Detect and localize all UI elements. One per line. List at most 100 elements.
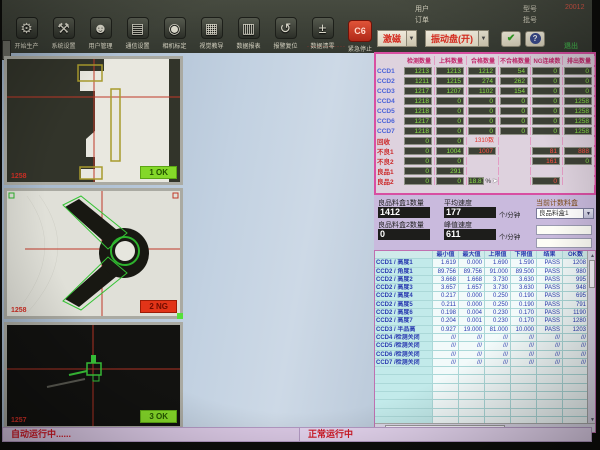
counts-row-label: 不良2 [377,156,403,166]
measurement-row-label [375,367,433,374]
scrollbar-thumb[interactable] [589,260,595,288]
toolbar-button-label: 报警复位 [273,41,297,50]
count-value-box: 0 [436,107,464,115]
measurement-cell: 1.590 [511,259,537,266]
counts-column-header: 不合格数量 [499,56,531,65]
measurement-cell: 0.001 [459,317,485,324]
chevron-down-icon: ▼ [407,30,417,47]
mode-controls: 激磁 ▼ 振动盘(开) ▼ ✔ ? [377,30,545,47]
measurement-cell: 1208 [563,259,589,266]
exit-link[interactable]: 退出 [564,41,578,51]
emergency-stop-button[interactable]: C6 紧急停止 [343,20,377,53]
toolbar-button[interactable]: ☻ 用户管理 [82,17,119,50]
peak-speed-unit: 个/分钟 [499,231,520,241]
measurement-cell: 1.657 [459,284,485,291]
measurement-row: CCD3 / 半品高 0.92719.00081.00010.000PASS12… [375,326,587,334]
measurement-cell [563,367,589,374]
count-value-box: 0 [436,157,464,165]
order-value [457,15,509,26]
measurement-cell: 0.230 [485,317,511,324]
toolbar-button[interactable]: ▦ 视觉教导 [193,17,230,50]
measurement-cell: 0.000 [459,292,485,299]
measurement-cell [511,409,537,416]
current-tray-dropdown[interactable]: 良品料盒1 ▼ [536,208,600,219]
confirm-button[interactable]: ✔ [501,31,521,47]
measurement-cell: 3.630 [511,284,537,291]
monitor-photo: ⚙ 开始生产 ⚒ 系统设置 ☻ 用户管理 ▤ 通信设置 ◉ 相机标定 [0,0,600,450]
spare-input-2[interactable] [536,238,592,248]
counts-row-label: CCD4 [377,98,403,105]
count-value-box: 0 [436,97,464,105]
measurement-cell: 0.170 [511,317,537,324]
toolbar-button[interactable]: ▥ 数据报表 [230,17,267,50]
count-value-box: 0 [468,97,496,105]
measurement-row [375,375,587,383]
tray2-count-label: 良品料盒2数量 [378,220,444,229]
count-value-box: 0 [532,117,560,125]
toolbar-button[interactable]: ⚙ 开始生产 [8,17,45,50]
measurement-cell: /// [563,359,589,366]
measurement-cell [433,409,459,416]
count-value-box: 1217 [404,87,432,95]
count-value-box: 54 [500,67,528,75]
data-clear-icon: ± [312,17,334,39]
excitation-dropdown[interactable]: 激磁 ▼ [377,30,417,47]
count-value-box: 0 [532,107,560,115]
measurement-cell: /// [537,359,563,366]
count-value-box: 81 [532,147,560,155]
measurement-row: CCD2 / 高度3 3.6571.6573.7303.630PASS948 [375,284,587,292]
counts-row: CCD6 1217 0 [377,116,593,126]
measurement-cell [511,392,537,399]
measurement-row-label: CCD2 / 高度3 [375,284,433,291]
camera3-counter: 1257 [11,417,27,424]
measurement-cell [537,375,563,382]
toolbar-button[interactable]: ◉ 相机标定 [156,17,193,50]
measurement-cell: 3.730 [485,284,511,291]
help-button[interactable]: ? [525,31,545,47]
measurement-cell: /// [433,342,459,349]
vibration-bowl-dropdown[interactable]: 振动盘(开) ▼ [425,30,489,47]
vertical-scrollbar[interactable]: ▲ ▼ [587,251,595,425]
counts-row-label: CCD7 [377,128,403,135]
peak-speed-label: 峰值速度 [444,220,536,229]
counts-row-label: CCD2 [377,78,403,85]
toolbar-button[interactable]: ↺ 报警复位 [267,17,304,50]
toolbar-button[interactable]: ⚒ 系统设置 [45,17,82,50]
production-stats-panel: 良品料盒1数量 1412 良品料盒2数量 0 平均速度 177 个/分钟 峰值速… [374,195,596,250]
measurement-cell: /// [563,334,589,341]
avg-speed-label: 平均速度 [444,198,536,207]
count-value-box: 888 [564,147,592,155]
measurement-cell: 980 [563,268,589,275]
measurement-cell: /// [433,351,459,358]
measurement-table: 最小值最大值上限值下限值结果OK数 CCD1 / 高度1 1.6190.0001… [375,251,587,423]
measurement-cell [459,409,485,416]
measurement-cell [433,375,459,382]
measure-column-header: 最大值 [459,251,485,258]
peak-speed-value: 611 [444,229,496,240]
mouse-cursor-icon: ➤ [492,177,498,185]
count-value-box: 1102 [468,87,496,95]
measurement-cell: 19.000 [459,326,485,333]
measurement-cell: PASS [537,317,563,324]
count-value-box: 154 [500,87,528,95]
camera2-indicator-dot [177,313,183,319]
camera2-counter: 1258 [11,307,27,314]
measurement-row-label: CCD2 / 角度1 [375,268,433,275]
count-value-box: 1007 [468,147,496,155]
measurement-cell [433,367,459,374]
toolbar-button[interactable]: ▤ 通信设置 [119,17,156,50]
app-window: ⚙ 开始生产 ⚒ 系统设置 ☻ 用户管理 ▤ 通信设置 ◉ 相机标定 [2,0,592,442]
measurement-cell: 3.668 [433,276,459,283]
measurement-cell: /// [459,359,485,366]
measurement-row-label [375,384,433,391]
order-label: 订单 [415,15,443,26]
vision-teaching-icon: ▦ [201,17,223,39]
measurement-row-label [375,392,433,399]
scroll-up-icon[interactable]: ▲ [590,252,595,260]
measurement-cell [459,400,485,407]
measurement-cell: PASS [537,276,563,283]
spare-input-1[interactable] [536,225,592,235]
count-value-box: 1218 [404,97,432,105]
counts-row: 不良2 0 0 [377,156,593,166]
measurement-cell: /// [537,342,563,349]
